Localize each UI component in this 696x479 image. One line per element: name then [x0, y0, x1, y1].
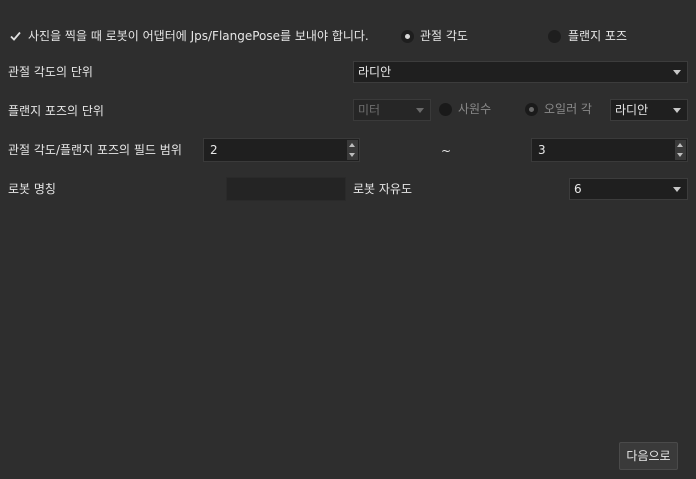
robot-name-label: 로봇 명칭 — [8, 182, 56, 196]
next-button[interactable]: 다음으로 — [619, 442, 678, 470]
radio-joint-angle[interactable] — [401, 30, 414, 43]
chevron-down-icon — [673, 187, 681, 192]
joint-angle-unit-value: 라디안 — [358, 65, 392, 79]
euler-unit-select[interactable]: 라디안 — [610, 99, 688, 121]
flange-pose-unit-label: 플랜지 포즈의 단위 — [8, 104, 104, 118]
radio-flange-pose-label[interactable]: 플랜지 포즈 — [568, 28, 627, 44]
joint-angle-unit-select[interactable]: 라디안 — [353, 61, 688, 83]
robot-name-input[interactable] — [226, 177, 346, 201]
chevron-down-icon — [673, 108, 681, 113]
field-range-max-spinbox[interactable]: 3 — [531, 138, 688, 162]
field-range-label: 관절 각도/플랜지 포즈의 필드 범위 — [8, 143, 182, 157]
field-range-min-value: 2 — [210, 143, 218, 157]
robot-dof-value: 6 — [574, 182, 582, 196]
robot-dof-select[interactable]: 6 — [569, 178, 688, 200]
flange-length-unit-select[interactable]: 미터 — [353, 99, 431, 121]
send-pose-checkbox[interactable] — [9, 30, 22, 43]
radio-euler-angle-label[interactable]: 오일러 각 — [544, 101, 592, 117]
radio-quaternion-label[interactable]: 사원수 — [458, 101, 491, 117]
radio-euler-angle[interactable] — [525, 103, 538, 116]
spin-down-icon[interactable] — [675, 150, 686, 160]
field-range-max-value: 3 — [538, 143, 546, 157]
radio-quaternion[interactable] — [439, 103, 452, 116]
field-range-min-spinbox[interactable]: 2 — [203, 138, 360, 162]
field-range-separator: ~ — [441, 144, 452, 158]
spin-down-icon[interactable] — [347, 150, 358, 160]
euler-unit-value: 라디안 — [615, 103, 649, 117]
joint-angle-unit-label: 관절 각도의 단위 — [8, 65, 93, 79]
chevron-down-icon — [416, 108, 424, 113]
radio-joint-angle-label[interactable]: 관절 각도 — [420, 28, 468, 44]
send-pose-checkbox-label[interactable]: 사진을 찍을 때 로봇이 어댑터에 Jps/FlangePose를 보내야 합니… — [28, 28, 369, 44]
spin-up-icon[interactable] — [347, 140, 358, 150]
chevron-down-icon — [673, 70, 681, 75]
spin-up-icon[interactable] — [675, 140, 686, 150]
robot-dof-label: 로봇 자유도 — [353, 182, 413, 196]
checkmark-icon — [10, 31, 21, 41]
flange-length-unit-value: 미터 — [358, 103, 381, 117]
radio-flange-pose[interactable] — [548, 30, 561, 43]
